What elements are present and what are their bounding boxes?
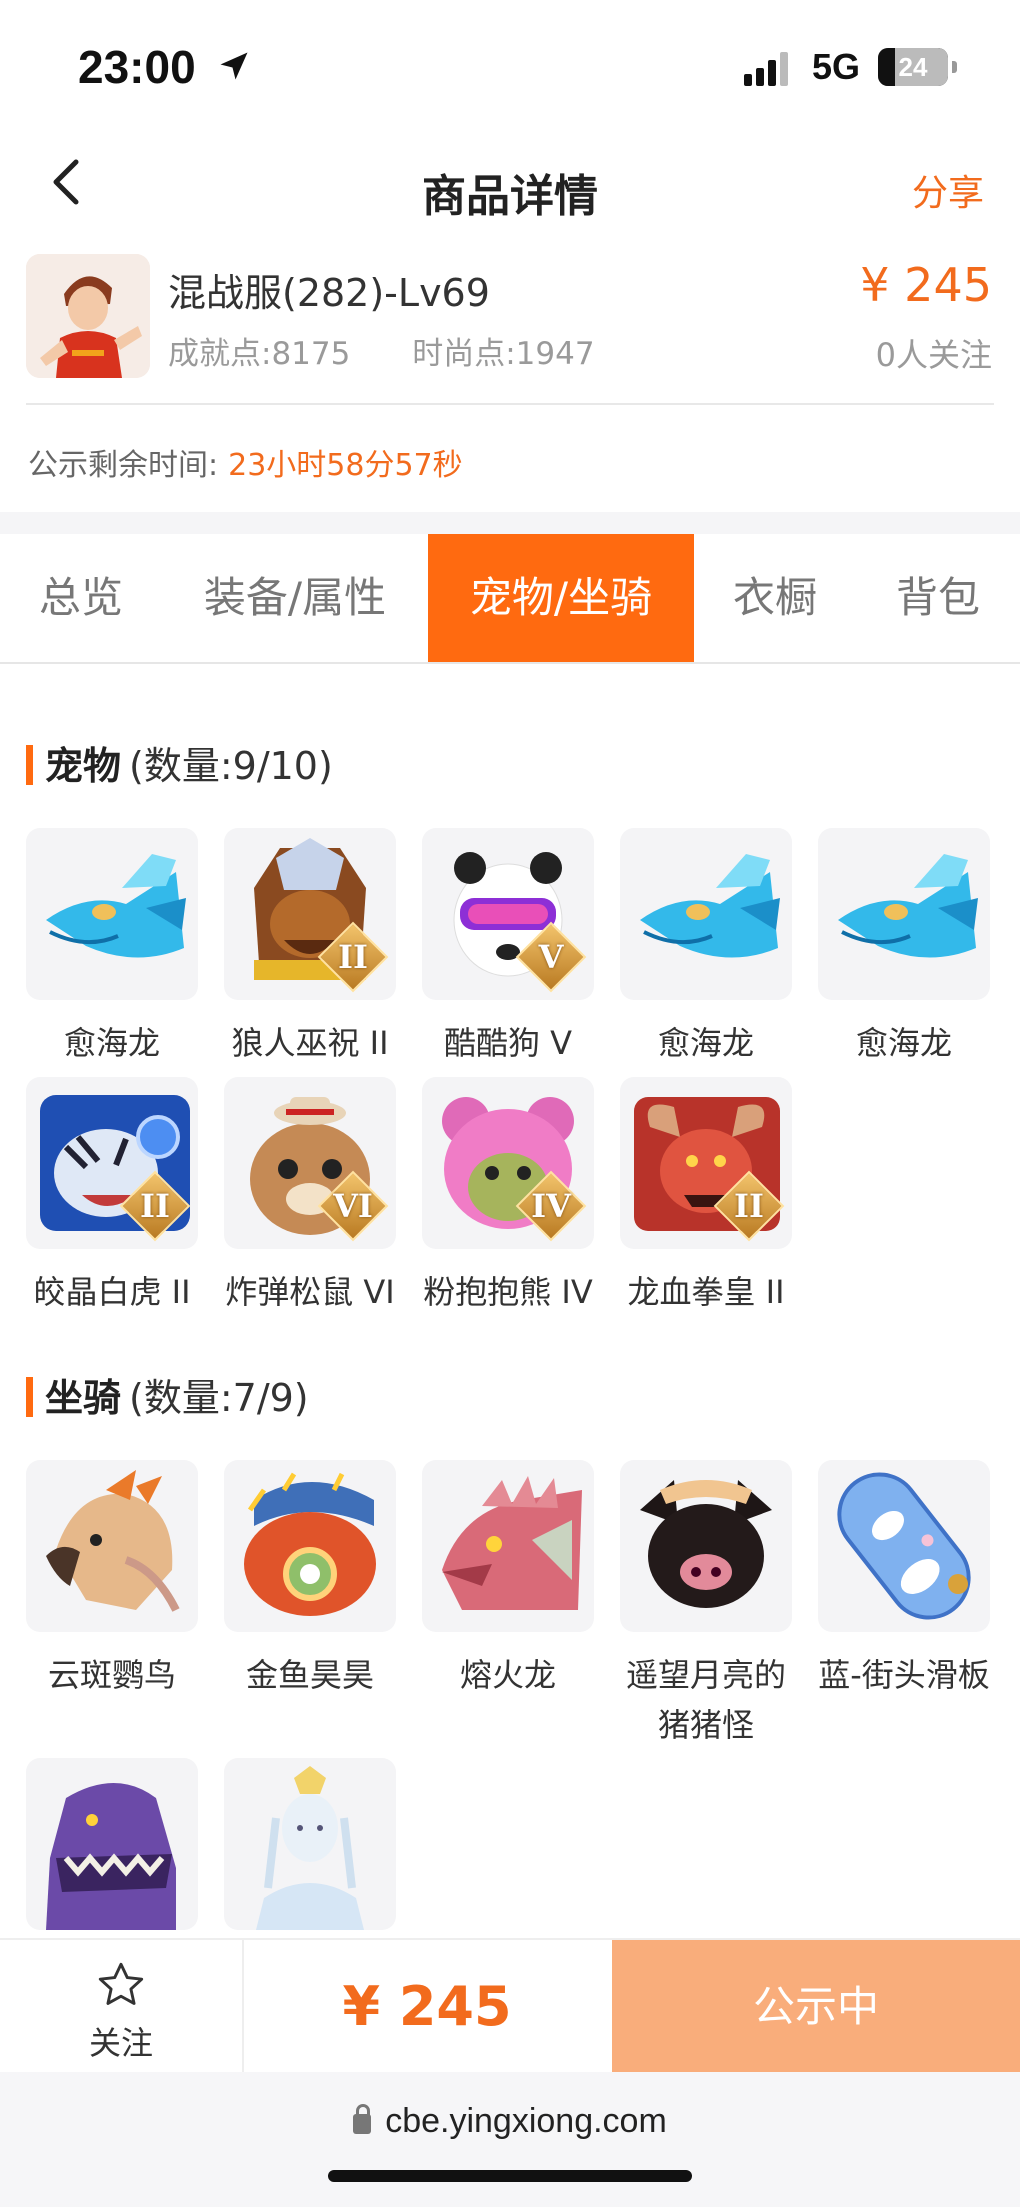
pet-name: 狼人巫祝 II — [231, 1024, 389, 1062]
pet-card[interactable]: II 狼人巫祝 II — [224, 828, 396, 1068]
status-time: 23:00 — [78, 41, 196, 93]
mount-card[interactable] — [26, 1758, 198, 1948]
bomb-squirrel-icon: VI — [224, 1077, 396, 1249]
pink-hug-bear-icon: IV — [422, 1077, 594, 1249]
character-avatar — [26, 254, 150, 378]
pet-card[interactable]: 愈海龙 — [620, 828, 792, 1068]
pet-card[interactable]: V 酷酷狗 V — [422, 828, 594, 1068]
url-display[interactable]: cbe.yingxiong.com — [0, 2102, 1020, 2141]
achievement-points: 成就点:8175 — [168, 336, 351, 372]
mounts-section-title: 坐骑 (数量:7/9) — [26, 1367, 309, 1422]
star-icon — [98, 1962, 144, 2005]
rank-badge: II — [140, 1187, 170, 1225]
mount-card[interactable]: 遥望月亮的猪猪怪 — [620, 1460, 792, 1750]
pet-name: 愈海龙 — [855, 1024, 952, 1062]
crystal-white-tiger-icon: II — [26, 1077, 198, 1249]
public-notice-button[interactable]: 公示中 — [612, 1940, 1020, 2074]
mount-card[interactable]: 熔火龙 — [422, 1460, 594, 1700]
mount-name: 云斑鹦鸟 — [47, 1656, 176, 1694]
divider — [26, 403, 994, 405]
tab-wardrobe[interactable]: 衣橱 — [694, 534, 856, 662]
pet-card[interactable]: 愈海龙 — [818, 828, 990, 1068]
pet-name: 愈海龙 — [657, 1024, 754, 1062]
mount-name: 金鱼昊昊 — [245, 1656, 374, 1694]
follow-label: 关注 — [88, 2024, 153, 2062]
pets-title: 宠物 — [45, 744, 122, 788]
pet-name: 炸弹松鼠 VI — [225, 1273, 395, 1311]
share-button[interactable]: 分享 — [912, 164, 984, 216]
product-name: 混战服(282)-Lv69 — [168, 271, 490, 315]
section-gap — [0, 512, 1020, 534]
lava-dragon-icon — [422, 1460, 594, 1632]
network-label: 5G — [812, 46, 861, 87]
pet-name: 粉抱抱熊 IV — [423, 1273, 593, 1311]
lock-icon — [353, 2104, 372, 2134]
pet-name: 愈海龙 — [63, 1024, 160, 1062]
mount-name: 熔火龙 — [459, 1656, 556, 1694]
pet-name: 酷酷狗 V — [443, 1024, 573, 1062]
product-header: 混战服(282)-Lv69 成就点:8175 时尚点:1947 ¥ 245 0人… — [0, 250, 1020, 385]
battery-icon: 24 — [878, 48, 948, 86]
bottom-price: ¥ 245 — [342, 1975, 512, 2038]
blue-ice-dragon-icon — [26, 828, 198, 1000]
battery-percent: 24 — [898, 52, 928, 82]
pets-count: (数量:9/10) — [129, 744, 333, 788]
rank-badge: II — [338, 938, 368, 976]
url-text: cbe.yingxiong.com — [385, 2102, 667, 2140]
moon-pig-monster-icon — [620, 1460, 792, 1632]
pet-card[interactable]: 愈海龙 — [26, 828, 198, 1068]
mount-card[interactable]: 云斑鹦鸟 — [26, 1460, 198, 1700]
pet-card[interactable]: II 皎晶白虎 II — [26, 1077, 198, 1317]
countdown: 公示剩余时间: 23小时58分57秒 — [28, 440, 463, 484]
mount-card[interactable]: 蓝-街头滑板 — [818, 1460, 990, 1700]
werewolf-shaman-icon: II — [224, 828, 396, 1000]
follower-count: 0人关注 — [875, 336, 992, 374]
countdown-label: 公示剩余时间: — [28, 448, 219, 483]
mount-name: 蓝-街头滑板 — [818, 1656, 990, 1694]
dragon-blood-fighter-icon: II — [620, 1077, 792, 1249]
rank-badge: II — [734, 1187, 764, 1225]
nav-bar: 商品详情 分享 — [0, 130, 1020, 240]
rank-badge: IV — [531, 1187, 571, 1225]
rank-badge: VI — [333, 1187, 373, 1225]
purple-dinosaur-icon — [26, 1758, 198, 1930]
mount-name: 遥望月亮的猪猪怪 — [625, 1656, 786, 1744]
countdown-value: 23小时58分57秒 — [228, 448, 463, 483]
product-stats: 成就点:8175 时尚点:1947 — [168, 328, 647, 373]
mount-card[interactable]: 金鱼昊昊 — [224, 1460, 396, 1700]
home-indicator[interactable] — [328, 2170, 692, 2182]
status-bar: 23:00 5G 24 — [0, 0, 1020, 130]
mounts-title: 坐骑 — [45, 1376, 122, 1420]
blue-ice-dragon-icon — [620, 828, 792, 1000]
moon-fairy-icon — [224, 1758, 396, 1930]
cloud-parrot-icon — [26, 1460, 198, 1632]
pet-name: 龙血拳皇 II — [627, 1273, 785, 1311]
pet-card[interactable]: VI 炸弹松鼠 VI — [224, 1077, 396, 1317]
tab-bar: 总览 装备/属性 宠物/坐骑 衣橱 背包 — [0, 534, 1020, 664]
mounts-count: (数量:7/9) — [129, 1376, 309, 1420]
blue-ice-dragon-icon — [818, 828, 990, 1000]
page-title: 商品详情 — [422, 171, 598, 222]
tab-pets-mounts[interactable]: 宠物/坐骑 — [428, 534, 694, 662]
goldfish-icon — [224, 1460, 396, 1632]
rank-badge: V — [538, 938, 564, 976]
browser-url-bar[interactable]: cbe.yingxiong.com — [0, 2072, 1020, 2207]
pets-section-title: 宠物 (数量:9/10) — [26, 735, 333, 790]
blue-skateboard-icon — [818, 1460, 990, 1632]
cool-dog-goggles-icon: V — [422, 828, 594, 1000]
cell-signal-icon — [744, 52, 794, 86]
pet-card[interactable]: IV 粉抱抱熊 IV — [422, 1077, 594, 1317]
mount-card[interactable] — [224, 1758, 396, 1948]
tab-backpack[interactable]: 背包 — [856, 534, 1020, 662]
product-price: ¥ 245 — [860, 258, 992, 312]
tab-overview[interactable]: 总览 — [0, 534, 162, 662]
tab-equipment[interactable]: 装备/属性 — [162, 534, 428, 662]
location-arrow-icon — [220, 52, 248, 80]
fashion-points: 时尚点:1947 — [412, 336, 595, 372]
pet-card[interactable]: II 龙血拳皇 II — [620, 1077, 792, 1317]
pet-name: 皎晶白虎 II — [33, 1273, 191, 1311]
bottom-action-bar: 关注 ¥ 245 公示中 — [0, 1938, 1020, 2074]
follow-button[interactable]: 关注 — [0, 1940, 244, 2074]
